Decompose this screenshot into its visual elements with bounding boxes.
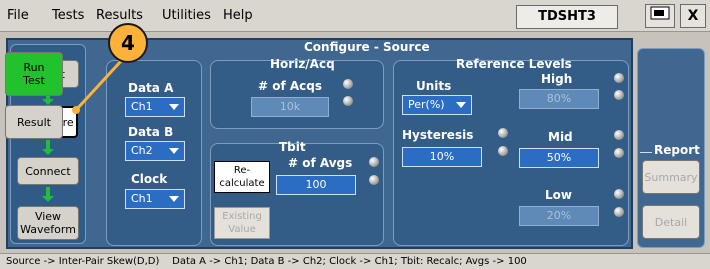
callout-leader <box>72 58 124 114</box>
callout-badge: 4 <box>108 23 148 63</box>
